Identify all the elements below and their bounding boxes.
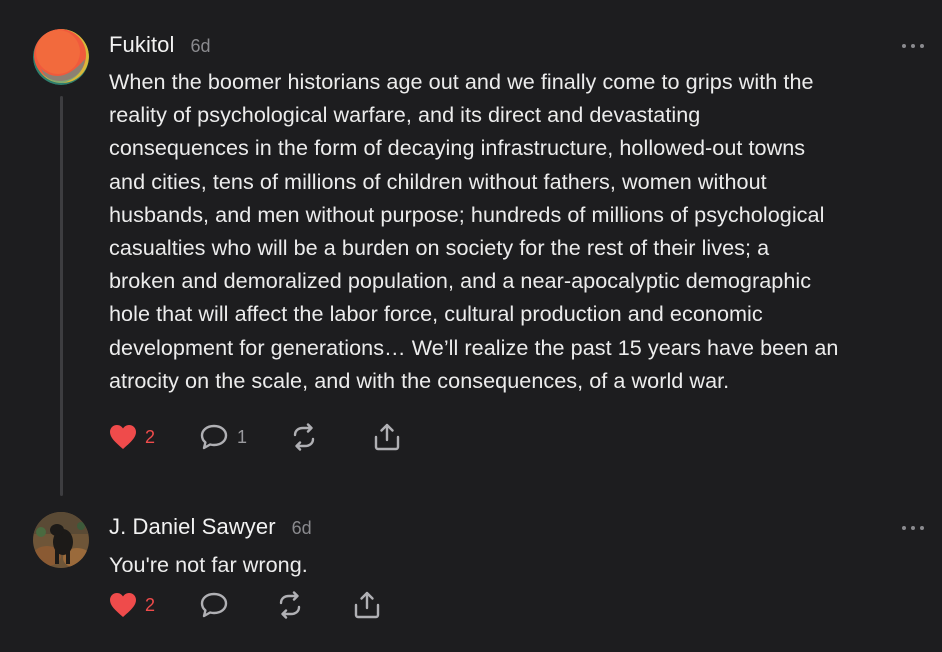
like-count: 2 — [145, 426, 156, 447]
avatar[interactable] — [33, 512, 89, 568]
heart-icon — [110, 593, 136, 617]
dog-photo-avatar-icon — [33, 512, 89, 568]
comment-actions: 2 — [109, 590, 393, 620]
share-icon — [354, 591, 380, 619]
like-button[interactable]: 2 — [109, 590, 199, 620]
share-button[interactable] — [353, 590, 393, 620]
restack-icon — [279, 591, 301, 619]
avatar[interactable] — [33, 29, 89, 85]
thread-line — [60, 96, 63, 496]
comment-body: When the boomer historians age out and w… — [109, 69, 839, 393]
reply-count: 1 — [237, 426, 248, 447]
comment-bubble-icon — [200, 592, 228, 618]
comment-body: You're not far wrong. — [109, 552, 308, 577]
share-icon — [374, 423, 400, 451]
timestamp[interactable]: 6d — [292, 518, 312, 539]
restack-icon — [293, 423, 315, 451]
restack-button[interactable] — [289, 422, 373, 452]
like-button[interactable]: 2 — [109, 422, 199, 452]
more-options-icon[interactable] — [902, 524, 924, 532]
comment-actions: 2 1 — [109, 422, 413, 452]
restack-button[interactable] — [275, 590, 353, 620]
author-name[interactable]: Fukitol — [109, 32, 175, 58]
like-count: 2 — [145, 594, 156, 615]
reply-button[interactable]: 1 — [199, 422, 289, 452]
more-options-icon[interactable] — [902, 42, 924, 50]
reply-button[interactable] — [199, 590, 275, 620]
comment-header: Fukitol 6d — [109, 32, 926, 62]
share-button[interactable] — [373, 422, 413, 452]
heart-icon — [110, 425, 136, 449]
author-name[interactable]: J. Daniel Sawyer — [109, 514, 276, 540]
comment: Fukitol 6d When the boomer historians ag… — [109, 32, 926, 451]
orange-circle-avatar-icon — [33, 29, 89, 85]
comment-thread: Fukitol 6d When the boomer historians ag… — [0, 0, 942, 652]
timestamp[interactable]: 6d — [191, 36, 211, 57]
comment: J. Daniel Sawyer 6d You're not far wrong… — [109, 514, 926, 619]
comment-header: J. Daniel Sawyer 6d — [109, 514, 926, 544]
comment-bubble-icon — [200, 424, 228, 450]
